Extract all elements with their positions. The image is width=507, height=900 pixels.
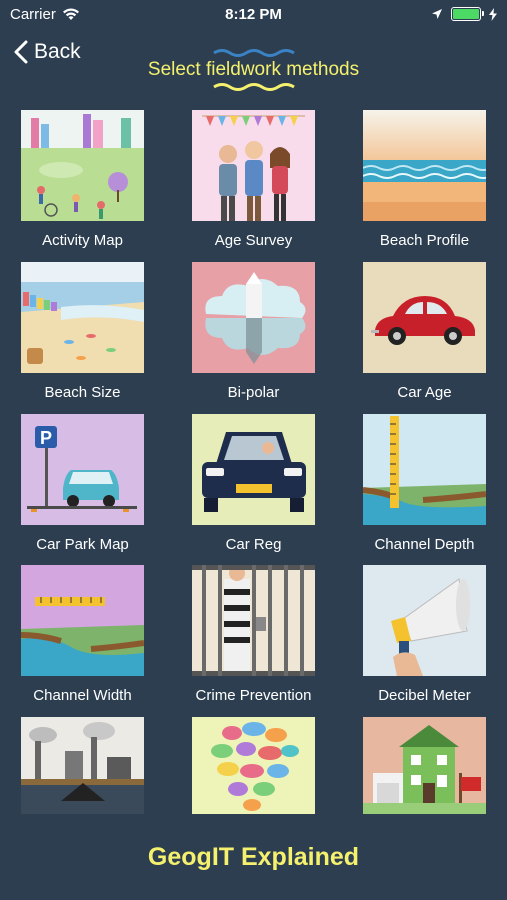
car-reg-image bbox=[192, 414, 315, 525]
channel-depth-image bbox=[363, 414, 486, 525]
bi-polar-image bbox=[192, 262, 315, 373]
beach-size-image bbox=[21, 262, 144, 373]
status-bar: Carrier 8:12 PM bbox=[0, 0, 507, 28]
wifi-icon bbox=[62, 7, 79, 20]
tile-label: Decibel Meter bbox=[378, 687, 471, 704]
tile-crime-prevention[interactable]: Crime Prevention bbox=[192, 565, 315, 704]
opinions-image bbox=[192, 717, 315, 814]
age-survey-image bbox=[192, 110, 315, 221]
tile-house-for-sale[interactable] bbox=[363, 717, 486, 814]
tile-label: Car Age bbox=[397, 384, 452, 401]
tile-car-age[interactable]: Car Age bbox=[363, 262, 486, 401]
tile-car-reg[interactable]: Car Reg bbox=[192, 414, 315, 553]
tile-bi-polar[interactable]: Bi-polar bbox=[192, 262, 315, 401]
tile-channel-depth[interactable]: Channel Depth bbox=[363, 414, 486, 553]
tile-beach-profile[interactable]: Beach Profile bbox=[363, 110, 486, 249]
activity-map-image bbox=[21, 110, 144, 221]
tile-label: Beach Profile bbox=[379, 232, 470, 249]
battery-fill bbox=[453, 9, 479, 19]
title-group: Select fieldwork methods bbox=[0, 48, 507, 92]
svg-text:P: P bbox=[40, 428, 52, 448]
channel-width-image bbox=[21, 565, 144, 676]
crime-prevention-image bbox=[192, 565, 315, 676]
tile-age-survey[interactable]: Age Survey bbox=[192, 110, 315, 249]
wave-decoration-top bbox=[212, 49, 295, 57]
car-age-image bbox=[363, 262, 486, 373]
decibel-meter-image bbox=[363, 565, 486, 676]
tile-industry[interactable] bbox=[21, 717, 144, 814]
location-arrow-icon bbox=[432, 9, 442, 19]
page-title: Select fieldwork methods bbox=[147, 59, 360, 80]
tile-activity-map[interactable]: Activity Map bbox=[21, 110, 144, 249]
car-park-map-image: P bbox=[21, 414, 144, 525]
house-for-sale-image bbox=[363, 717, 486, 814]
status-right bbox=[431, 7, 497, 21]
carrier-name: Carrier bbox=[10, 5, 56, 23]
tile-opinions[interactable] bbox=[192, 717, 315, 814]
tile-label: Channel Depth bbox=[374, 536, 475, 553]
charging-bolt-icon bbox=[489, 7, 497, 21]
battery-icon bbox=[451, 7, 484, 21]
footer-title: GeogIT Explained bbox=[147, 843, 360, 871]
tile-decibel-meter[interactable]: Decibel Meter bbox=[363, 565, 486, 704]
beach-profile-image bbox=[363, 110, 486, 221]
tile-beach-size[interactable]: Beach Size bbox=[21, 262, 144, 401]
industry-image bbox=[21, 717, 144, 814]
carrier-group: Carrier bbox=[10, 6, 80, 23]
wave-decoration-bottom bbox=[212, 83, 295, 91]
tile-channel-width[interactable]: Channel Width bbox=[21, 565, 144, 704]
navigation-bar: Back Select fieldwork methods bbox=[0, 28, 507, 98]
tile-car-park-map[interactable]: P Car Park Map bbox=[21, 414, 144, 553]
